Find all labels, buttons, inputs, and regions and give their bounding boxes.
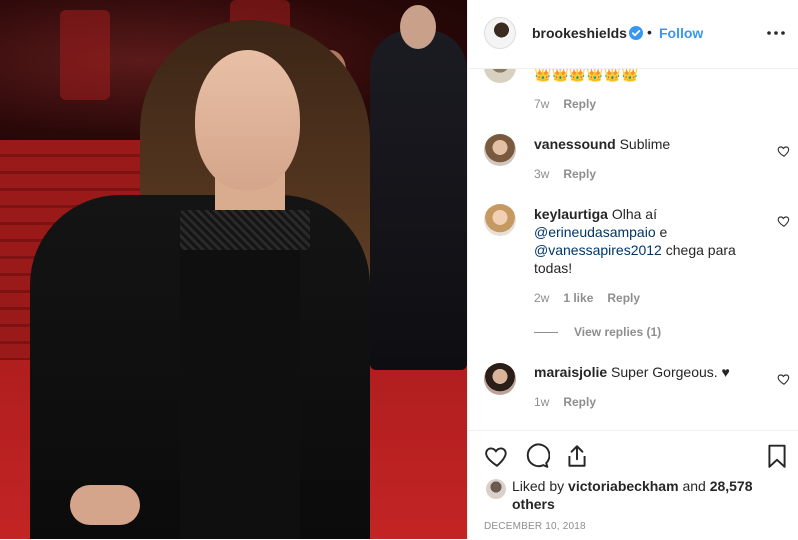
commenter-username[interactable]: maraisjolie <box>534 364 607 380</box>
comments-list[interactable]: 👑👑👑👑👑👑 7w Reply vanessound Sublime 3w Repl… <box>468 69 798 430</box>
comment-meta: 7w Reply <box>534 97 610 111</box>
reply-button[interactable]: Reply <box>563 395 596 409</box>
liked-by-and: and <box>682 478 706 494</box>
commenter-avatar[interactable] <box>484 363 516 395</box>
commenter-avatar[interactable] <box>484 134 516 166</box>
comment-meta: 1w Reply <box>534 395 610 409</box>
post-photo[interactable] <box>0 0 467 539</box>
post-side-panel: brookeshields • Follow 👑👑👑👑👑👑 7w Reply v… <box>467 0 798 539</box>
reply-button[interactable]: Reply <box>607 291 640 305</box>
liker-username[interactable]: victoriabeckham <box>568 478 679 494</box>
background-man-suit <box>370 5 467 370</box>
view-replies-button[interactable]: View replies (1) <box>574 325 661 339</box>
post-actions: Liked by victoriabeckham and 28,578 othe… <box>468 430 798 540</box>
author-avatar[interactable] <box>484 17 516 49</box>
follow-button[interactable]: Follow <box>659 25 703 41</box>
liked-by-prefix: Liked by <box>512 478 565 494</box>
comment-meta: 3w Reply <box>534 167 610 181</box>
mention-link[interactable]: @vanessapires2012 <box>534 242 662 258</box>
comment-text: Sublime <box>619 136 671 152</box>
comment-time[interactable]: 7w <box>534 97 549 111</box>
comment-time[interactable]: 2w <box>534 291 549 305</box>
commenter-avatar[interactable] <box>484 204 516 236</box>
comment-text: e <box>659 224 668 240</box>
view-replies-line <box>534 332 558 333</box>
like-comment-heart-icon[interactable] <box>777 372 791 386</box>
comment-body: vanessound Sublime <box>534 135 754 153</box>
liker-avatar[interactable] <box>486 479 506 499</box>
comment-text: Olha aí <box>611 206 657 222</box>
like-heart-icon[interactable] <box>484 443 510 469</box>
commenter-avatar[interactable] <box>484 69 516 83</box>
comment-bubble-icon[interactable] <box>524 443 550 469</box>
post-date[interactable]: DECEMBER 10, 2018 <box>484 521 586 532</box>
like-comment-heart-icon[interactable] <box>777 214 791 228</box>
comment-body: maraisjolie Super Gorgeous. ♥ <box>534 363 754 381</box>
reply-button[interactable]: Reply <box>563 167 596 181</box>
liked-by-summary: Liked by victoriabeckham and 28,578 othe… <box>512 477 772 513</box>
woman-figure <box>30 20 370 539</box>
like-comment-heart-icon[interactable] <box>777 144 791 158</box>
separator-dot: • <box>647 24 652 40</box>
more-options-icon[interactable] <box>766 25 786 41</box>
mention-link[interactable]: @erineudasampaio <box>534 224 656 240</box>
comment-like-count[interactable]: 1 like <box>563 291 593 305</box>
comment-time[interactable]: 3w <box>534 167 549 181</box>
reply-button[interactable]: Reply <box>563 97 596 111</box>
author-username[interactable]: brookeshields <box>532 25 627 41</box>
comment-time[interactable]: 1w <box>534 395 549 409</box>
verified-badge-icon <box>629 26 643 40</box>
bookmark-save-icon[interactable] <box>764 443 790 469</box>
comment-body: keylaurtiga Olha aí @erineudasampaio e @… <box>534 205 754 277</box>
commenter-username[interactable]: keylaurtiga <box>534 206 608 222</box>
comment-text: Super Gorgeous. ♥ <box>611 364 730 380</box>
commenter-username[interactable]: vanessound <box>534 136 616 152</box>
share-upload-icon[interactable] <box>564 443 590 469</box>
instagram-post: brookeshields • Follow 👑👑👑👑👑👑 7w Reply v… <box>0 0 798 539</box>
comment-meta: 2w 1 like Reply <box>534 291 654 305</box>
comment-emojis: 👑👑👑👑👑👑 <box>534 69 639 82</box>
post-header: brookeshields • Follow <box>468 0 798 69</box>
